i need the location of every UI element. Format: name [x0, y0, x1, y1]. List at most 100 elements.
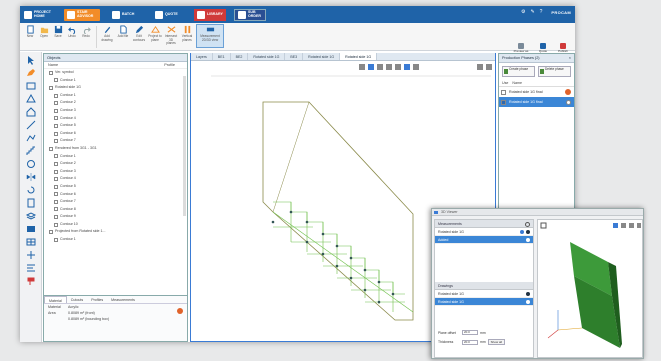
- tree-row[interactable]: Contour 1: [44, 236, 187, 244]
- add-file-button[interactable]: Add file: [116, 25, 130, 39]
- phase-settings-icon[interactable]: [566, 100, 571, 105]
- measurement-item-selected[interactable]: Added: [435, 236, 533, 244]
- tree-row[interactable]: Contour 4: [44, 175, 187, 183]
- tab-sub-order[interactable]: SUB ORDER: [234, 9, 266, 21]
- stair-tool-icon[interactable]: [25, 146, 37, 156]
- tree-row[interactable]: Contour 9: [44, 213, 187, 221]
- rectangle-icon[interactable]: [25, 81, 37, 91]
- tree-checkbox[interactable]: [54, 108, 58, 113]
- align-icon[interactable]: [25, 263, 37, 273]
- tree-row[interactable]: Contour 2: [44, 99, 187, 107]
- view-tab-active[interactable]: Rotated side 1G: [340, 53, 378, 60]
- tree-row[interactable]: Rotated side 1G: [44, 84, 187, 92]
- tree-checkbox[interactable]: [49, 70, 53, 75]
- search-view-icon[interactable]: [413, 64, 419, 70]
- view-tab[interactable]: Rotated side 1G: [303, 53, 341, 60]
- gear-icon[interactable]: ⚙: [521, 9, 525, 15]
- add-drawing-button[interactable]: Add drawing: [100, 25, 114, 42]
- tree-checkbox[interactable]: [54, 192, 58, 197]
- mirror-icon[interactable]: [25, 172, 37, 182]
- measurement-view-button[interactable]: Measurement 2D/3D view: [196, 24, 224, 48]
- close-icon[interactable]: ×: [569, 54, 571, 62]
- tree-checkbox[interactable]: [49, 85, 53, 90]
- tree-checkbox[interactable]: [54, 184, 58, 189]
- open-button[interactable]: Open: [37, 25, 51, 39]
- 3d-preview-area[interactable]: [537, 219, 643, 358]
- polyline-icon[interactable]: [25, 133, 37, 143]
- reset-view-icon[interactable]: [637, 223, 641, 228]
- tree-row[interactable]: Projected from Rotated side 1...: [44, 228, 187, 236]
- pan-icon[interactable]: [377, 64, 383, 70]
- tab-measurements[interactable]: Measurements: [107, 296, 139, 303]
- intersect-planes-button[interactable]: Intersect 3D planes: [164, 25, 178, 46]
- redo-button[interactable]: Redo: [79, 25, 93, 39]
- tab-library[interactable]: LIBRARY: [194, 9, 226, 21]
- tab-quote[interactable]: QUOTE: [155, 9, 178, 21]
- show-all-button[interactable]: Show all: [487, 339, 505, 345]
- axis-icon[interactable]: [621, 223, 626, 228]
- help-icon[interactable]: ?: [540, 9, 543, 15]
- grid-toggle-icon[interactable]: [386, 64, 392, 70]
- tab-project-home[interactable]: PROJECT HOME: [24, 9, 52, 21]
- view-tab[interactable]: BE3: [285, 53, 304, 60]
- camera-icon[interactable]: [613, 223, 618, 228]
- tree-checkbox[interactable]: [54, 116, 58, 121]
- tab-cutouts[interactable]: Cutouts: [67, 296, 87, 303]
- crosshair-icon[interactable]: [25, 250, 37, 260]
- tree-checkbox[interactable]: [54, 139, 58, 144]
- view-tab[interactable]: Layers: [191, 53, 213, 60]
- vertical-planes-button[interactable]: Vertical planes: [180, 25, 194, 42]
- view-settings-icon[interactable]: [486, 64, 492, 70]
- tree-col-profile[interactable]: Profile: [164, 62, 175, 68]
- view-options-icon[interactable]: [477, 64, 483, 70]
- project-to-plane-button[interactable]: Project to plane: [148, 25, 162, 42]
- tree-row[interactable]: Contour 7: [44, 198, 187, 206]
- tree-checkbox[interactable]: [54, 131, 58, 136]
- settings-icon[interactable]: [525, 221, 530, 227]
- tree-row[interactable]: Contour 2: [44, 160, 187, 168]
- layers-icon[interactable]: [25, 211, 37, 221]
- view-tab[interactable]: Rotated side 1G: [248, 53, 286, 60]
- edit-contours-button[interactable]: Edit contours: [132, 25, 146, 42]
- tree-checkbox[interactable]: [54, 93, 58, 98]
- pin-icon[interactable]: ✎: [530, 9, 534, 15]
- phase-item[interactable]: Rotated side 1G final: [499, 87, 574, 97]
- tree-checkbox[interactable]: [54, 199, 58, 204]
- tree-checkbox[interactable]: [54, 161, 58, 166]
- create-phase-button[interactable]: Create phase: [502, 66, 535, 77]
- snap-icon[interactable]: [395, 64, 401, 70]
- plane-offset-input[interactable]: 20.0: [462, 330, 478, 335]
- fill-icon[interactable]: [25, 224, 37, 234]
- phase-checkbox[interactable]: [501, 100, 506, 105]
- tree-row[interactable]: Contour 1: [44, 153, 187, 161]
- tree-checkbox[interactable]: [54, 154, 58, 159]
- tab-profiles[interactable]: Profiles: [87, 296, 107, 303]
- tree-checkbox[interactable]: [54, 237, 58, 242]
- paint-icon[interactable]: [25, 276, 37, 286]
- tab-batch[interactable]: BATCH: [112, 9, 134, 21]
- tree-checkbox[interactable]: [54, 101, 58, 106]
- save-button[interactable]: Save: [51, 25, 65, 39]
- drawing-item-selected[interactable]: Rotated side 1G: [435, 298, 533, 306]
- thickness-input[interactable]: 20.0: [462, 339, 478, 345]
- line-icon[interactable]: [25, 120, 37, 130]
- new-button[interactable]: New: [23, 25, 37, 39]
- tree-row[interactable]: Contour 8: [44, 206, 187, 214]
- tree-checkbox[interactable]: [54, 78, 58, 83]
- rotate-icon[interactable]: [25, 185, 37, 195]
- tree-row[interactable]: Contour 3: [44, 107, 187, 115]
- tree-checkbox[interactable]: [54, 222, 58, 227]
- tree-checkbox[interactable]: [49, 146, 53, 151]
- measurement-item[interactable]: Rotated side 1G: [435, 228, 533, 236]
- delete-phase-button[interactable]: Delete phase: [538, 66, 571, 77]
- tree-row[interactable]: Rendered from 3G1 - 3G1: [44, 145, 187, 153]
- tab-stair-advisor[interactable]: STAIR ADVISOR: [64, 9, 100, 21]
- tree-row[interactable]: Contour 1: [44, 92, 187, 100]
- tree-checkbox[interactable]: [54, 169, 58, 174]
- tree-row[interactable]: Ver. symbol: [44, 69, 187, 77]
- measure-tool-icon[interactable]: [404, 64, 410, 70]
- shape-icon[interactable]: [25, 94, 37, 104]
- tree-row[interactable]: Contour 4: [44, 115, 187, 123]
- view-tab[interactable]: BE2: [231, 53, 249, 60]
- tree-checkbox[interactable]: [54, 215, 58, 220]
